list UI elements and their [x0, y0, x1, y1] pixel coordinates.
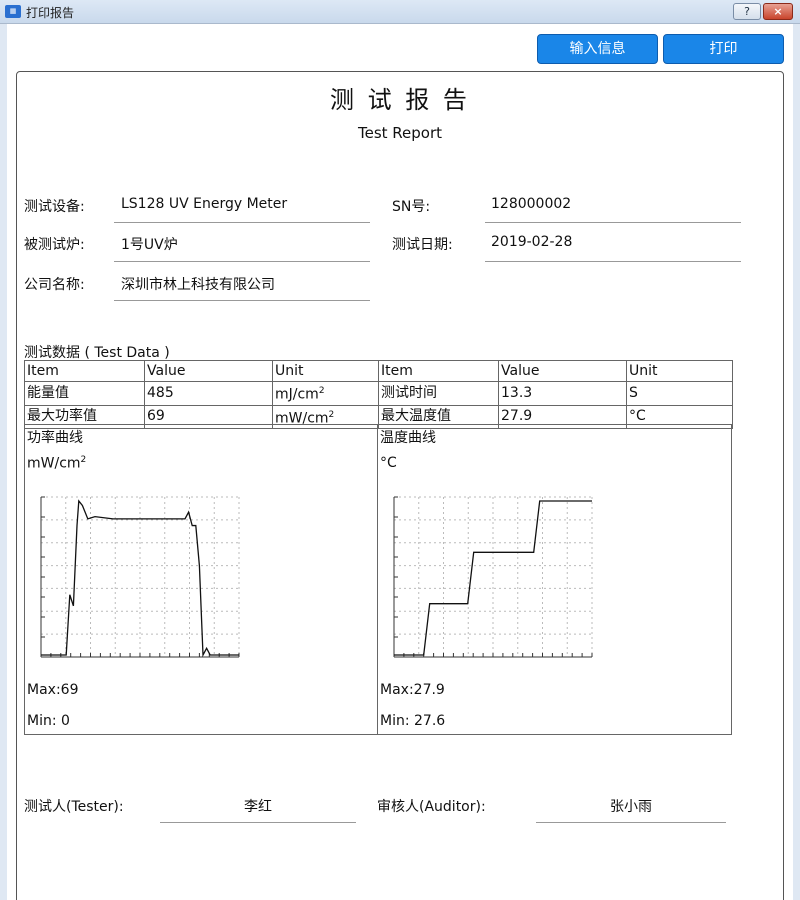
print-button[interactable]: 打印 [663, 34, 784, 64]
table-cell: S [626, 381, 733, 406]
furnace-label: 被测试炉: [24, 237, 85, 253]
table-cell: 13.3 [498, 381, 627, 406]
unit-exponent: 2 [318, 386, 325, 396]
power-curve-chart [40, 496, 240, 658]
tester-label: 测试人(Tester): [24, 799, 124, 815]
temp-curve-chart [393, 496, 593, 658]
furnace-value: 1号UV炉 [121, 237, 178, 253]
input-info-button[interactable]: 输入信息 [537, 34, 658, 64]
date-label: 测试日期: [392, 237, 453, 253]
unit-text: mJ/cm [275, 386, 319, 403]
tester-underline [160, 822, 356, 823]
date-value: 2019-02-28 [491, 234, 573, 250]
power-max-label: Max:69 [27, 682, 79, 698]
power-curve-unit: mW/cm2 [27, 455, 86, 472]
header-cell: Item [24, 360, 145, 382]
table-row: 能量值 485 mJ/cm2 测试时间 13.3 S [24, 381, 733, 406]
power-curve-panel: 功率曲线 mW/cm2 Max:69 Min: 0 [24, 424, 378, 735]
temp-max-label: Max:27.9 [380, 682, 445, 698]
table-cell: mJ/cm2 [272, 381, 379, 406]
close-button[interactable]: × [763, 3, 793, 20]
auditor-name: 张小雨 [610, 799, 652, 815]
temp-min-label: Min: 27.6 [380, 713, 446, 729]
report-page: 测 试 报 告 Test Report 测试设备: LS128 UV Energ… [16, 71, 784, 900]
power-unit-exponent: 2 [80, 455, 87, 465]
device-underline [114, 222, 370, 223]
table-header-row: Item Value Unit Item Value Unit [24, 360, 733, 382]
window-title: 打印报告 [26, 6, 75, 20]
test-data-table: Item Value Unit Item Value Unit 能量值 485 … [24, 360, 733, 430]
unit-exponent: 2 [328, 409, 335, 420]
furnace-underline [114, 261, 370, 262]
device-value: LS128 UV Energy Meter [121, 196, 288, 212]
sn-value: 128000002 [491, 196, 572, 212]
header-cell: Value [144, 360, 273, 382]
company-label: 公司名称: [24, 277, 85, 293]
table-cell: 485 [144, 381, 273, 406]
table-cell: 能量值 [24, 381, 145, 406]
power-min-label: Min: 0 [27, 713, 70, 729]
temp-curve-title: 温度曲线 [380, 430, 436, 446]
company-value: 深圳市林上科技有限公司 [121, 277, 275, 293]
title-bar: ▦ 打印报告 ? × [0, 0, 800, 24]
header-cell: Item [378, 360, 499, 382]
table-cell: 测试时间 [378, 381, 499, 406]
help-button[interactable]: ? [733, 3, 761, 20]
temp-curve-panel: 温度曲线 °C Max:27.9 Min: 27.6 [378, 424, 732, 735]
report-app-icon: ▦ [5, 5, 21, 18]
sn-label: SN号: [392, 199, 431, 215]
header-cell: Value [498, 360, 627, 382]
header-cell: Unit [626, 360, 733, 382]
device-label: 测试设备: [24, 199, 85, 215]
auditor-label: 审核人(Auditor): [377, 799, 486, 815]
tester-name: 李红 [244, 799, 272, 815]
power-curve-title: 功率曲线 [27, 430, 83, 446]
power-unit-text: mW/cm [27, 455, 81, 472]
report-title-en: Test Report [357, 124, 443, 142]
auditor-underline [536, 822, 726, 823]
temp-curve-unit: °C [380, 455, 397, 471]
sn-underline [485, 222, 741, 223]
company-underline [114, 300, 370, 301]
date-underline [485, 261, 741, 262]
header-cell: Unit [272, 360, 379, 382]
test-data-title: 测试数据 ( Test Data ) [24, 345, 170, 361]
report-title-cn: 测 试 报 告 [330, 86, 470, 114]
